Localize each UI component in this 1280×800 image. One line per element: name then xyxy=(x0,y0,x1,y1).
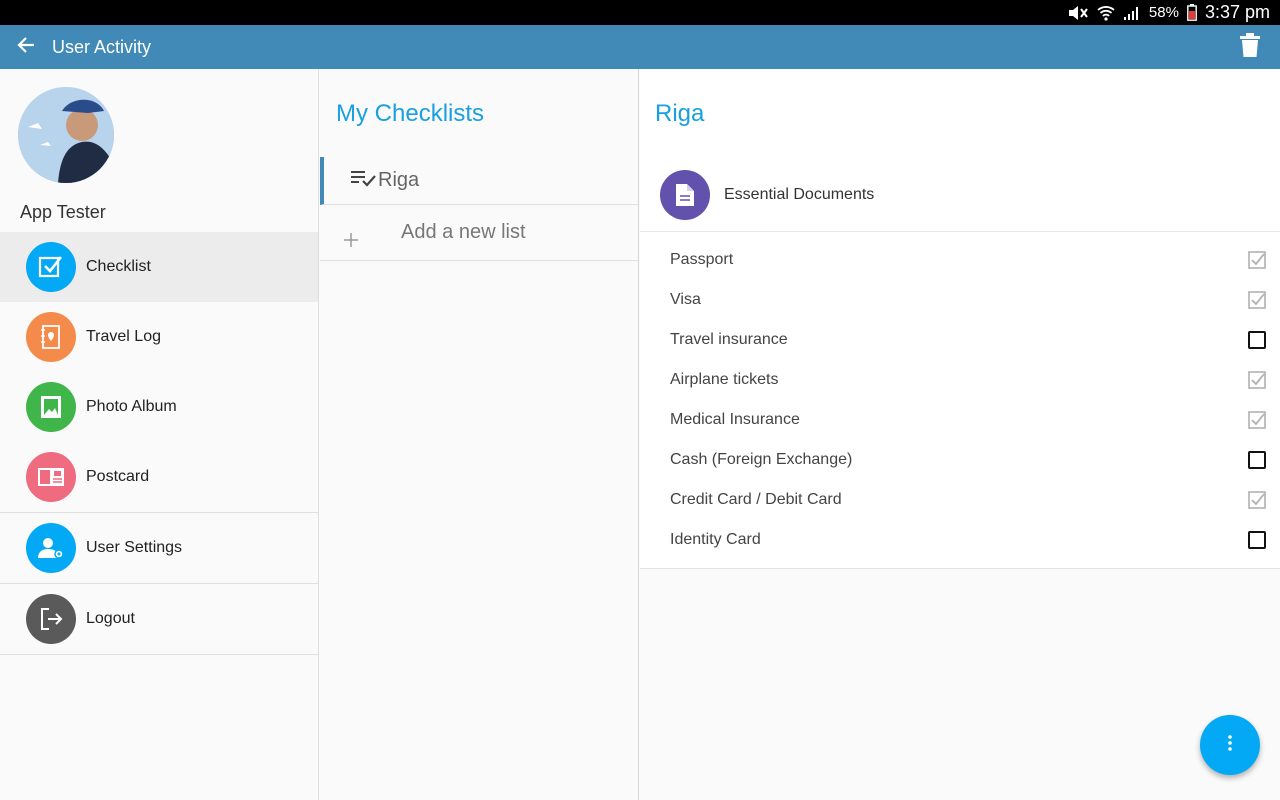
document-icon xyxy=(660,170,710,220)
checklist-item[interactable]: Visa xyxy=(670,280,1266,320)
checked-checkbox-icon[interactable] xyxy=(1248,491,1266,509)
list-item-riga[interactable]: Riga xyxy=(320,157,638,205)
menu-label: Photo Album xyxy=(86,398,177,415)
checklist-item[interactable]: Cash (Foreign Exchange) xyxy=(670,440,1266,480)
checklist-item[interactable]: Identity Card xyxy=(670,520,1266,560)
user-settings-icon xyxy=(26,523,76,573)
checkbox-icon xyxy=(26,242,76,292)
mute-icon xyxy=(1067,5,1089,21)
menu-item-logout[interactable]: Logout xyxy=(0,584,318,654)
arrow-left-icon xyxy=(16,35,36,60)
item-label: Visa xyxy=(670,291,701,308)
menu-item-travel-log[interactable]: Travel Log xyxy=(0,302,318,372)
category-label: Essential Documents xyxy=(724,186,875,203)
menu-item-checklist[interactable]: Checklist xyxy=(0,232,318,302)
logout-icon xyxy=(26,594,76,644)
divider xyxy=(0,654,318,655)
item-label: Credit Card / Debit Card xyxy=(670,491,842,508)
app-bar: User Activity xyxy=(0,25,1280,69)
back-button[interactable] xyxy=(0,25,52,69)
unchecked-checkbox-icon[interactable] xyxy=(1248,451,1266,469)
avatar xyxy=(18,87,114,183)
drawer-menu: Checklist Travel Log Photo Album Postcar… xyxy=(0,232,318,655)
more-vert-icon xyxy=(1227,734,1233,756)
status-bar: 58% 3:37 pm xyxy=(0,0,1280,25)
map-book-icon xyxy=(26,312,76,362)
add-list-label: Add a new list xyxy=(401,221,526,243)
signal-icon xyxy=(1123,5,1141,21)
clock: 3:37 pm xyxy=(1204,2,1270,22)
checklist-item[interactable]: Airplane tickets xyxy=(670,360,1266,400)
checklist-detail-pane: Riga Essential Documents Passport Visa T… xyxy=(640,69,1280,800)
divider xyxy=(640,231,1280,232)
list-check-icon xyxy=(350,168,376,193)
item-label: Cash (Foreign Exchange) xyxy=(670,451,853,468)
menu-label: Postcard xyxy=(86,468,150,485)
photo-icon xyxy=(26,382,76,432)
battery-icon xyxy=(1187,4,1197,21)
item-label: Identity Card xyxy=(670,531,761,548)
wifi-icon xyxy=(1097,5,1115,21)
menu-item-user-settings[interactable]: User Settings xyxy=(0,513,318,583)
plus-icon xyxy=(344,227,384,253)
unchecked-checkbox-icon[interactable] xyxy=(1248,531,1266,549)
item-label: Airplane tickets xyxy=(670,371,779,388)
checklists-pane: My Checklists Riga Add a new list xyxy=(320,69,639,800)
checklist-item[interactable]: Medical Insurance xyxy=(670,400,1266,440)
postcard-icon xyxy=(26,452,76,502)
battery-percent: 58% xyxy=(1148,4,1179,21)
item-label: Travel insurance xyxy=(670,331,788,348)
trash-icon xyxy=(1240,32,1260,62)
add-list-button[interactable]: Add a new list xyxy=(320,205,638,261)
page-title: User Activity xyxy=(52,36,152,57)
checked-checkbox-icon[interactable] xyxy=(1248,291,1266,309)
checked-checkbox-icon[interactable] xyxy=(1248,371,1266,389)
checklist-items: Passport Visa Travel insurance Airplane … xyxy=(670,240,1266,560)
checklist-item[interactable]: Travel insurance xyxy=(670,320,1266,360)
more-options-button[interactable] xyxy=(1200,715,1260,775)
delete-button[interactable] xyxy=(1238,32,1262,62)
menu-item-postcard[interactable]: Postcard xyxy=(0,442,318,512)
user-name: App Tester xyxy=(20,202,106,222)
navigation-drawer: App Tester Checklist Travel Log Photo Al… xyxy=(0,69,319,800)
category-header[interactable]: Essential Documents xyxy=(660,170,874,220)
checklists-heading: My Checklists xyxy=(336,100,485,127)
checked-checkbox-icon[interactable] xyxy=(1248,251,1266,269)
list-label: Riga xyxy=(378,169,420,191)
checklist-item[interactable]: Credit Card / Debit Card xyxy=(670,480,1266,520)
item-label: Medical Insurance xyxy=(670,411,800,428)
menu-label: Logout xyxy=(86,610,135,627)
menu-label: Checklist xyxy=(86,258,151,275)
checklist-item[interactable]: Passport xyxy=(670,240,1266,280)
menu-item-photo-album[interactable]: Photo Album xyxy=(0,372,318,442)
item-label: Passport xyxy=(670,251,734,268)
checked-checkbox-icon[interactable] xyxy=(1248,411,1266,429)
menu-label: Travel Log xyxy=(86,328,161,345)
checklist-title: Riga xyxy=(655,100,705,127)
menu-label: User Settings xyxy=(86,539,183,556)
unchecked-checkbox-icon[interactable] xyxy=(1248,331,1266,349)
checklist-card: Riga Essential Documents Passport Visa T… xyxy=(640,69,1280,569)
